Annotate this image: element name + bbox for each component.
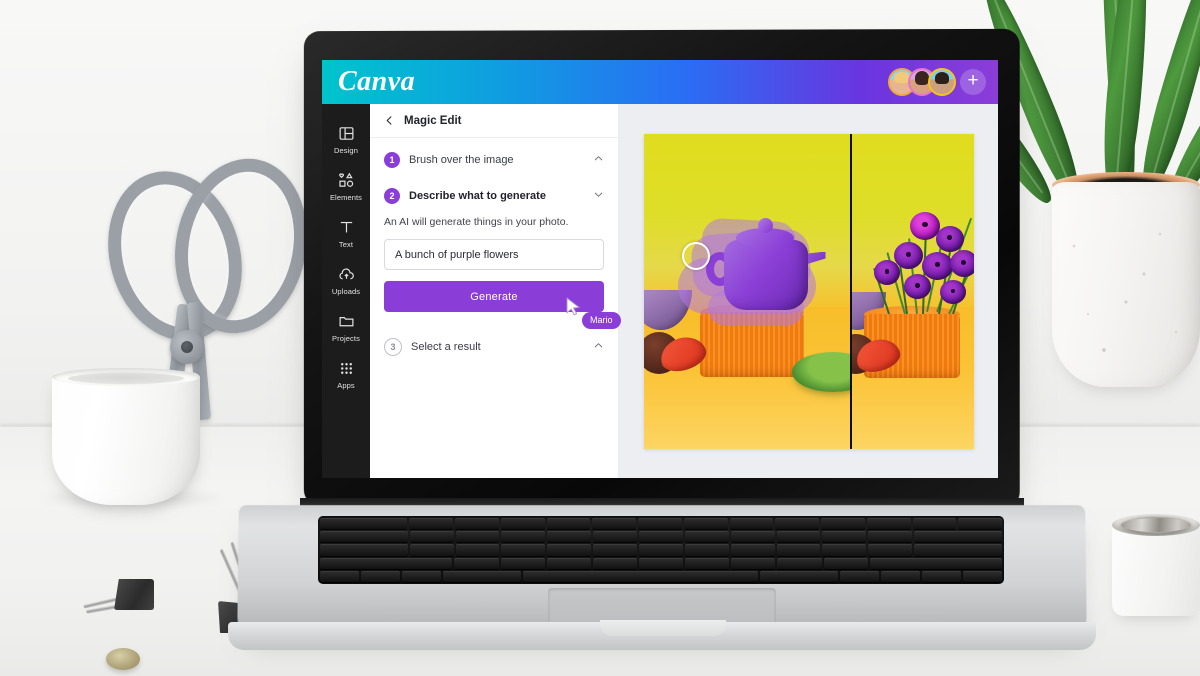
- design-canvas[interactable]: [619, 104, 998, 478]
- before-image: [644, 134, 851, 449]
- keyboard-row: [320, 544, 1002, 555]
- flower-bloom: [936, 226, 964, 252]
- chevron-up-icon[interactable]: [593, 340, 604, 354]
- grid-apps-icon: [338, 360, 355, 377]
- flower-bloom: [950, 250, 973, 277]
- collaborator-avatars: +: [888, 68, 986, 96]
- sidebar-item-label: Design: [334, 146, 358, 155]
- purple-teapot: [712, 218, 818, 310]
- teapot-knob: [758, 218, 773, 233]
- canva-top-bar: Canva +: [322, 60, 998, 104]
- flower-bloom: [894, 242, 923, 269]
- canva-logo[interactable]: Canva: [338, 68, 415, 96]
- layout-icon: [338, 125, 355, 142]
- chevron-left-icon[interactable]: [384, 114, 395, 128]
- panel-body: 1 Brush over the image 2 Describe what t…: [370, 138, 618, 478]
- sidebar-item-label: Uploads: [332, 287, 360, 296]
- laptop: Canva + Design Elements Text Uploads Pro…: [0, 0, 1200, 676]
- teapot-body: [724, 240, 808, 310]
- sidebar-item-label: Text: [339, 240, 353, 249]
- generation-hint-text: An AI will generate things in your photo…: [384, 216, 604, 228]
- keyboard-row: [320, 558, 1002, 569]
- chevron-up-icon[interactable]: [593, 153, 604, 167]
- upload-cloud-icon: [338, 266, 355, 283]
- sidebar-item-projects[interactable]: Projects: [322, 304, 370, 351]
- step-number-badge: 2: [384, 188, 400, 204]
- step-label: Brush over the image: [409, 154, 584, 166]
- app-body: Design Elements Text Uploads Projects Ap…: [322, 104, 998, 478]
- add-collaborator-button[interactable]: +: [960, 69, 986, 95]
- canva-app: Canva + Design Elements Text Uploads Pro…: [322, 60, 998, 478]
- keyboard-row: [320, 518, 1002, 529]
- brush-circle-cursor[interactable]: [682, 242, 710, 270]
- flower-bloom: [904, 274, 931, 299]
- sidebar-item-uploads[interactable]: Uploads: [322, 257, 370, 304]
- shapes-icon: [338, 172, 355, 189]
- text-icon: [338, 219, 355, 236]
- step-number-badge: 3: [384, 338, 402, 356]
- step-label: Describe what to generate: [409, 190, 584, 202]
- flower-bloom: [940, 280, 966, 304]
- flower-bloom: [922, 252, 953, 280]
- keyboard-row: [320, 531, 1002, 542]
- magic-edit-panel: Magic Edit 1 Brush over the image 2 Desc…: [370, 104, 619, 478]
- avatar[interactable]: [928, 68, 956, 96]
- sidebar-item-label: Projects: [332, 334, 360, 343]
- laptop-keyboard: [318, 516, 1004, 584]
- panel-header: Magic Edit: [370, 104, 618, 138]
- laptop-base-notch: [600, 620, 726, 636]
- step-label: Select a result: [411, 341, 584, 353]
- keyboard-row: [320, 571, 1002, 582]
- step-number-badge: 1: [384, 152, 400, 168]
- step-brush-over-image[interactable]: 1 Brush over the image: [384, 152, 604, 168]
- generate-button[interactable]: Generate: [384, 281, 604, 312]
- image-artboard[interactable]: [644, 134, 974, 449]
- sidebar-item-elements[interactable]: Elements: [322, 163, 370, 210]
- sidebar-rail: Design Elements Text Uploads Projects Ap…: [322, 104, 370, 478]
- step-describe-what-to-generate[interactable]: 2 Describe what to generate: [384, 188, 604, 204]
- sidebar-item-label: Apps: [337, 381, 355, 390]
- folder-icon: [338, 313, 355, 330]
- sidebar-item-text[interactable]: Text: [322, 210, 370, 257]
- step-select-a-result[interactable]: 3 Select a result: [384, 338, 604, 356]
- chevron-down-icon[interactable]: [593, 189, 604, 203]
- laptop-screen: Canva + Design Elements Text Uploads Pro…: [322, 60, 998, 478]
- page-title: Magic Edit: [404, 115, 462, 127]
- flower-bloom: [874, 260, 900, 285]
- after-image: [850, 134, 973, 449]
- prompt-input[interactable]: [384, 239, 604, 270]
- sidebar-item-apps[interactable]: Apps: [322, 351, 370, 398]
- sidebar-item-label: Elements: [330, 193, 362, 202]
- sidebar-item-design[interactable]: Design: [322, 116, 370, 163]
